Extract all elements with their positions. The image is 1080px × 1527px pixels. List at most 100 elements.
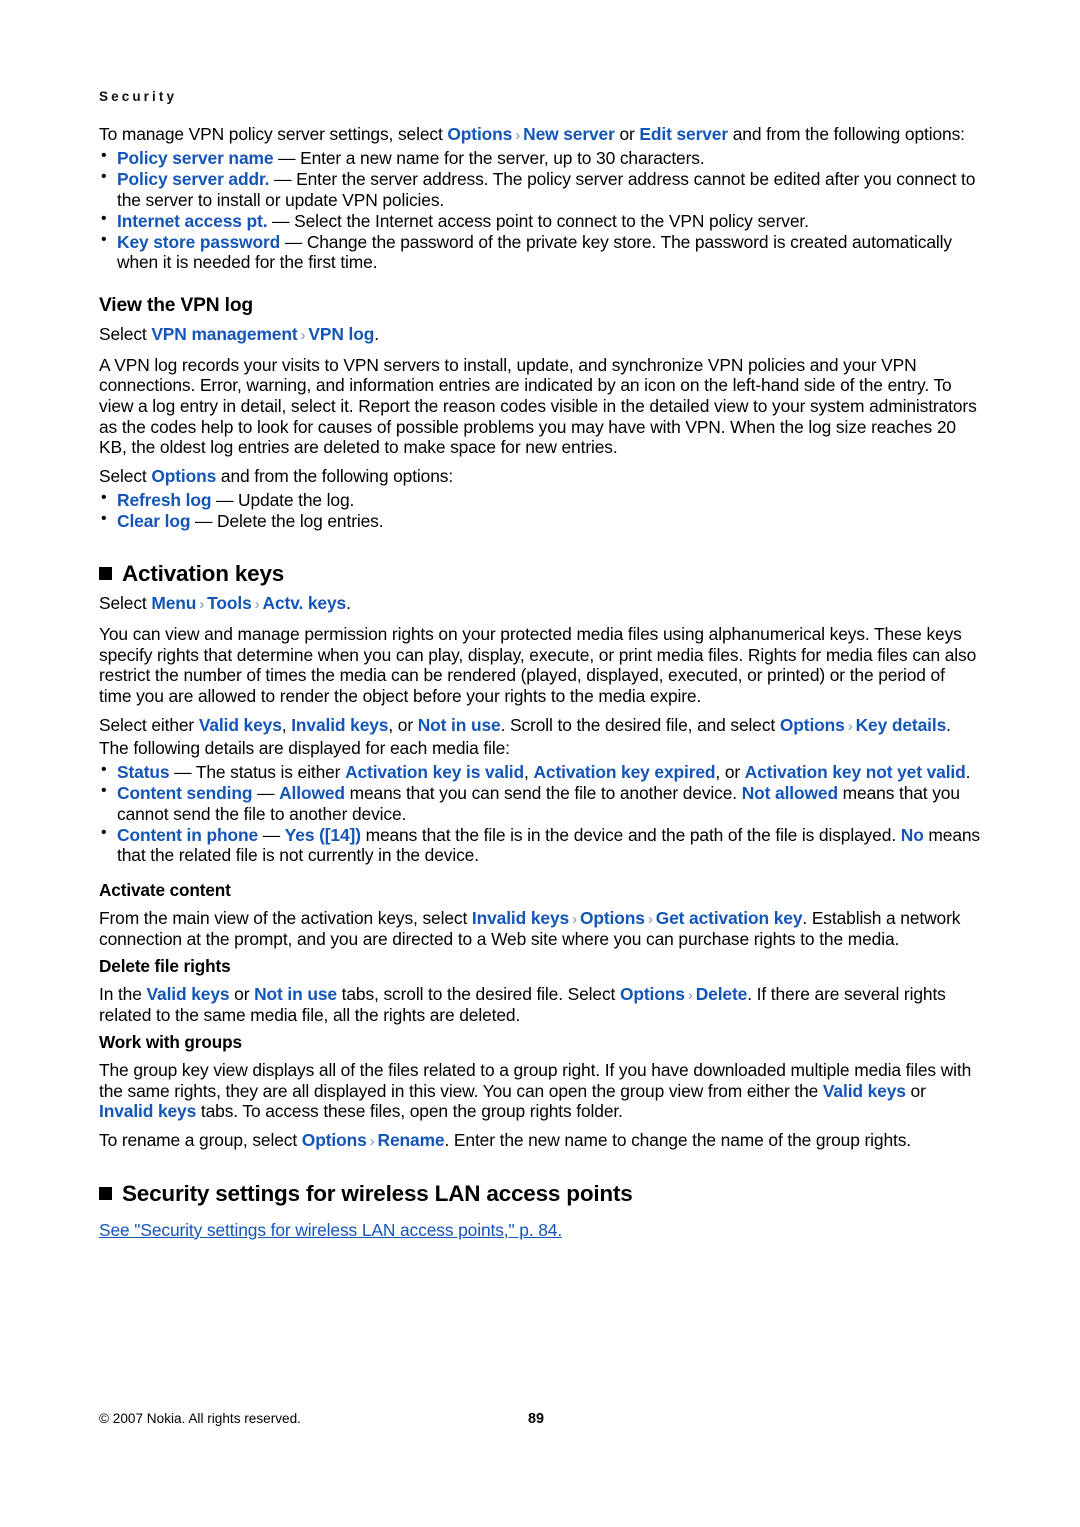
detail-term[interactable]: Status <box>117 762 170 782</box>
detail-value: Activation key is valid <box>345 761 525 782</box>
delete-file-rights-body: In the Valid keys or Not in use tabs, sc… <box>99 984 980 1025</box>
menu-options[interactable]: Options <box>780 715 845 735</box>
running-head: Security <box>99 89 178 104</box>
option-description: — Select the Internet access point to co… <box>267 210 809 231</box>
select-label: Select <box>99 324 152 345</box>
menu-vpn-log[interactable]: VPN log <box>308 324 374 344</box>
menu-new-server[interactable]: New server <box>523 124 615 144</box>
path-separator-icon: › <box>515 127 521 144</box>
tab-valid-keys[interactable]: Valid keys <box>199 715 282 735</box>
intro-lead-text-1: To manage VPN policy server settings, se… <box>99 124 448 144</box>
cross-reference-link[interactable]: See "Security settings for wireless LAN … <box>99 1220 562 1240</box>
activate-content-body: From the main view of the activation key… <box>99 908 980 949</box>
menu-tools[interactable]: Tools <box>207 593 252 613</box>
option-description: — Update the log. <box>211 489 355 510</box>
detail-value: Activation key not yet valid <box>744 761 966 782</box>
menu-get-activation-key[interactable]: Get activation key <box>656 908 803 928</box>
period: . <box>346 593 351 614</box>
menu-options[interactable]: Options <box>620 984 685 1004</box>
tab-invalid-keys[interactable]: Invalid keys <box>99 1101 196 1121</box>
option-term[interactable]: Policy server name <box>117 148 274 168</box>
tab-not-in-use[interactable]: Not in use <box>418 715 501 735</box>
intro-options-list: Policy server name — Enter a new name fo… <box>99 147 980 273</box>
tab-invalid-keys[interactable]: Invalid keys <box>291 715 388 735</box>
section-square-bullet-icon <box>99 1186 112 1200</box>
option-term[interactable]: Key store password <box>117 232 280 252</box>
activation-keys-body: You can view and manage permission right… <box>99 624 977 706</box>
vpn-log-options-line: Select Options and from the following op… <box>99 466 980 487</box>
detail-text: means that you can send the file to anot… <box>344 783 742 804</box>
period: . <box>946 714 951 735</box>
activation-keys-path-line: Select Menu › Tools › Actv. keys. <box>99 593 980 614</box>
options-suffix: and from the following options: <box>216 465 454 486</box>
menu-options[interactable]: Options <box>447 124 512 144</box>
list-item: Clear log — Delete the log entries. <box>99 510 980 532</box>
comma-or: , or <box>388 714 418 735</box>
detail-text: — The status is either <box>169 761 346 782</box>
heading-text: Security settings for wireless LAN acces… <box>122 1180 633 1206</box>
delete-prefix: In the <box>99 983 147 1004</box>
period: . <box>374 324 379 345</box>
list-item: Internet access pt. — Select the Interne… <box>99 210 980 232</box>
groups-suffix: tabs. To access these files, open the gr… <box>196 1101 623 1122</box>
page-content: To manage VPN policy server settings, se… <box>99 124 980 1248</box>
select-label: Select <box>99 593 152 614</box>
select-either-label: Select either <box>99 714 199 735</box>
vpn-log-path-line: Select VPN management › VPN log. <box>99 324 980 345</box>
menu-actv-keys[interactable]: Actv. keys <box>263 593 347 613</box>
option-term[interactable]: Internet access pt. <box>117 211 268 231</box>
tab-not-in-use[interactable]: Not in use <box>254 984 337 1004</box>
detail-term[interactable]: Content in phone <box>117 825 258 845</box>
option-term[interactable]: Policy server addr. <box>117 169 270 189</box>
menu-edit-server[interactable]: Edit server <box>639 124 728 144</box>
path-separator-icon: › <box>369 1133 375 1151</box>
intro-lead-text-2: and from the following options: <box>728 124 965 144</box>
tab-invalid-keys[interactable]: Invalid keys <box>472 908 569 928</box>
detail-text: means that the file is in the device and… <box>360 824 901 845</box>
detail-term[interactable]: Content sending <box>117 783 253 803</box>
menu-rename[interactable]: Rename <box>378 1130 445 1150</box>
menu-options[interactable]: Options <box>580 908 645 928</box>
option-term[interactable]: Clear log <box>117 511 190 531</box>
heading-delete-file-rights: Delete file rights <box>99 956 231 977</box>
comma: , <box>281 714 292 735</box>
heading-view-vpn-log: View the VPN log <box>99 295 253 317</box>
detail-value: Not allowed <box>741 783 838 804</box>
menu-menu[interactable]: Menu <box>151 593 196 613</box>
intro-or-text: or <box>614 124 640 144</box>
list-item: Content sending — Allowed means that you… <box>99 782 980 824</box>
path-separator-icon: › <box>254 596 260 614</box>
menu-vpn-management[interactable]: VPN management <box>151 324 297 344</box>
detail-value: Activation key expired <box>533 761 716 782</box>
list-item: Policy server addr. — Enter the server a… <box>99 168 980 210</box>
detail-value: Yes ([14]) <box>284 824 361 845</box>
path-separator-icon: › <box>647 910 653 928</box>
manual-page: Security To manage VPN policy server set… <box>0 0 1080 1527</box>
menu-options[interactable]: Options <box>302 1130 367 1150</box>
tab-valid-keys[interactable]: Valid keys <box>823 1081 906 1101</box>
list-item: Status — The status is either Activation… <box>99 761 980 783</box>
activation-keys-details-list: Status — The status is either Activation… <box>99 761 980 866</box>
heading-wlan-security-settings: Security settings for wireless LAN acces… <box>99 1181 980 1207</box>
page-number: 89 <box>528 1411 545 1427</box>
tab-valid-keys[interactable]: Valid keys <box>147 984 230 1004</box>
menu-options[interactable]: Options <box>151 466 216 486</box>
option-term[interactable]: Refresh log <box>117 490 211 510</box>
menu-key-details[interactable]: Key details <box>856 715 947 735</box>
vpn-log-body: A VPN log records your visits to VPN ser… <box>99 354 977 458</box>
intro-lead-paragraph: To manage VPN policy server settings, se… <box>99 124 980 145</box>
scroll-text: . Scroll to the desired file, and select <box>500 714 780 735</box>
detail-text: , or <box>715 761 745 782</box>
menu-delete[interactable]: Delete <box>696 984 748 1004</box>
heading-text: Activation keys <box>122 561 285 587</box>
select-label: Select <box>99 465 152 486</box>
detail-text: — <box>258 824 285 845</box>
activation-keys-details-intro: The following details are displayed for … <box>99 738 510 759</box>
detail-text: . <box>965 761 971 782</box>
work-with-groups-body: The group key view displays all of the f… <box>99 1060 980 1122</box>
